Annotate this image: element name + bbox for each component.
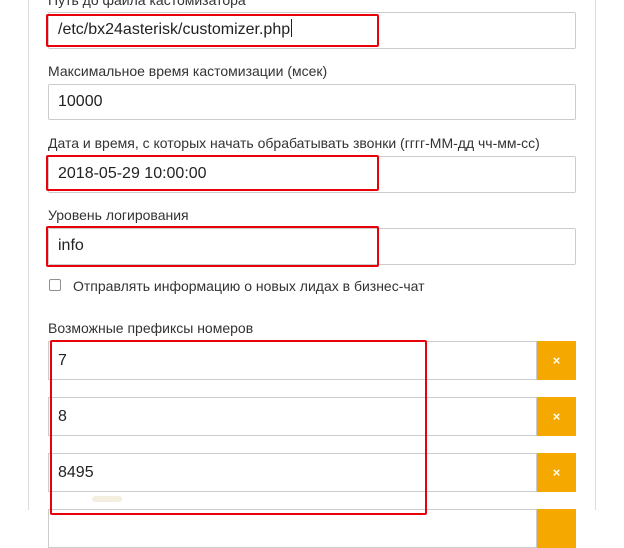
- log-level-value: info: [58, 237, 84, 254]
- customizer-path-input[interactable]: /etc/bx24asterisk/customizer.php: [48, 12, 576, 49]
- log-level-input[interactable]: info: [48, 228, 576, 265]
- max-time-input[interactable]: 10000: [48, 84, 576, 120]
- customizer-path-value: /etc/bx24asterisk/customizer.php: [58, 21, 291, 38]
- prefix-input[interactable]: 8495: [48, 453, 537, 492]
- prefix-input[interactable]: 8: [48, 397, 537, 436]
- customizer-path-label: Путь до файла кастомизатора: [48, 0, 246, 8]
- prefix-row: 8495 ×: [48, 453, 576, 492]
- remove-prefix-button[interactable]: ×: [537, 397, 576, 436]
- prefix-row: 8 ×: [48, 397, 576, 436]
- send-leads-checkbox[interactable]: [49, 279, 61, 291]
- remove-prefix-button[interactable]: ×: [537, 341, 576, 380]
- prefix-row: 7 ×: [48, 341, 576, 380]
- remove-prefix-button[interactable]: ×: [537, 453, 576, 492]
- prefix-row-partial: [48, 509, 576, 548]
- prefix-input-partial[interactable]: [48, 509, 537, 548]
- max-time-value: 10000: [58, 93, 103, 110]
- send-leads-label: Отправлять информацию о новых лидах в би…: [73, 278, 425, 294]
- prefix-input[interactable]: 7: [48, 341, 537, 380]
- panel-left-border: [28, 0, 29, 510]
- remove-prefix-button-partial[interactable]: [537, 509, 576, 548]
- start-datetime-value: 2018-05-29 10:00:00: [58, 165, 207, 182]
- max-time-label: Максимальное время кастомизации (мсек): [48, 63, 328, 79]
- partial-row-hint: [92, 496, 122, 502]
- text-cursor: [291, 19, 293, 37]
- prefixes-label: Возможные префиксы номеров: [48, 320, 254, 336]
- start-datetime-input[interactable]: 2018-05-29 10:00:00: [48, 156, 576, 193]
- start-datetime-label: Дата и время, с которых начать обрабатыв…: [48, 135, 540, 151]
- panel-right-border: [595, 0, 596, 510]
- log-level-label: Уровень логирования: [48, 207, 189, 223]
